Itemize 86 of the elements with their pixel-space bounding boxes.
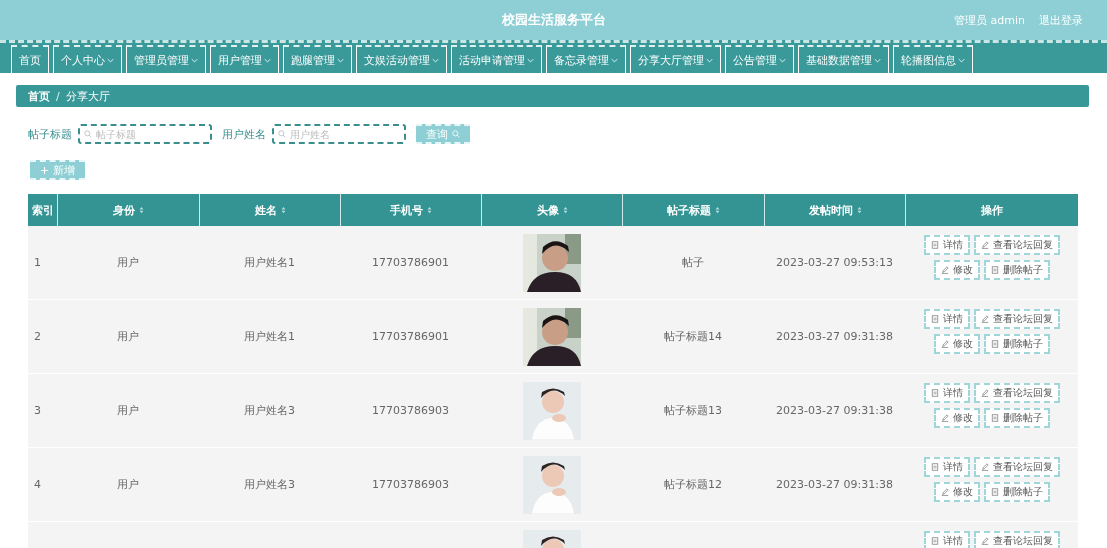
user-label: 管理员 admin	[954, 13, 1025, 28]
pencil-icon	[940, 414, 949, 422]
table-cell: 17703786903	[372, 404, 449, 417]
table-cell: 用户姓名3	[244, 477, 295, 492]
table-cell: 3	[34, 404, 41, 417]
document-icon	[990, 488, 999, 496]
breadcrumb-separator: /	[56, 89, 60, 103]
nav-item[interactable]: 轮播图信息	[893, 45, 973, 73]
table-cell: 帖子	[682, 255, 704, 270]
pencil-icon	[940, 488, 949, 496]
action-button[interactable]: 查看论坛回复	[973, 383, 1060, 403]
nav-item[interactable]: 分享大厅管理	[630, 45, 721, 73]
table-cell: 2023-03-27 09:53:13	[776, 256, 893, 269]
pencil-icon	[980, 241, 989, 249]
document-icon	[930, 463, 939, 471]
table-cell: 4	[34, 478, 41, 491]
search-icon	[278, 130, 286, 138]
breadcrumb-item: 分享大厅	[65, 88, 110, 104]
action-button[interactable]: 删除帖子	[983, 408, 1050, 428]
table-cell: 帖子标题13	[664, 403, 722, 418]
action-button[interactable]: 详情	[923, 235, 970, 255]
nav-item[interactable]: 活动申请管理	[451, 45, 542, 73]
table-cell: 用户	[117, 477, 139, 492]
plus-icon	[40, 165, 49, 175]
nav-item[interactable]: 备忘录管理	[546, 45, 626, 73]
field-label: 帖子标题	[28, 126, 72, 142]
table-cell: 帖子标题14	[664, 329, 722, 344]
action-button[interactable]: 修改	[933, 482, 980, 502]
action-button[interactable]: 查看论坛回复	[973, 235, 1060, 255]
breadcrumb-item[interactable]: 首页	[28, 88, 50, 104]
table-cell: 2023-03-27 09:31:38	[776, 330, 893, 343]
action-button[interactable]: 查看论坛回复	[973, 457, 1060, 477]
table-cell: 17703786901	[372, 330, 449, 343]
document-icon	[930, 389, 939, 397]
nav-item[interactable]: 公告管理	[725, 45, 794, 73]
nav-item[interactable]: 首页	[11, 45, 49, 73]
action-button[interactable]: 删除帖子	[983, 482, 1050, 502]
document-icon	[930, 241, 939, 249]
table-cell: 用户	[117, 403, 139, 418]
table-cell: 用户姓名3	[244, 403, 295, 418]
column-header: 索引	[30, 202, 55, 219]
pencil-icon	[980, 389, 989, 397]
table-cell: 17703786901	[372, 256, 449, 269]
table-cell: 用户	[117, 255, 139, 270]
pencil-icon	[940, 340, 949, 348]
table-cell: 17703786903	[372, 478, 449, 491]
action-button[interactable]: 删除帖子	[983, 260, 1050, 280]
document-icon	[990, 414, 999, 422]
table-cell: 用户姓名1	[244, 329, 295, 344]
search-field[interactable]: 用户姓名	[272, 124, 406, 144]
action-button[interactable]: 查看论坛回复	[973, 531, 1060, 548]
table-cell: 2023-03-27 09:31:38	[776, 404, 893, 417]
search-icon	[84, 130, 92, 138]
action-button[interactable]: 详情	[923, 457, 970, 477]
document-icon	[990, 340, 999, 348]
field-label: 用户姓名	[222, 126, 266, 142]
search-field[interactable]: 帖子标题	[78, 124, 212, 144]
action-button[interactable]: 详情	[923, 309, 970, 329]
table-cell: 1	[34, 256, 41, 269]
nav-item[interactable]: 文娱活动管理	[356, 45, 447, 73]
pencil-icon	[980, 537, 989, 545]
nav-item[interactable]: 用户管理	[210, 45, 279, 73]
nav-item[interactable]: 跑腿管理	[283, 45, 352, 73]
document-icon	[930, 537, 939, 545]
action-button[interactable]: 详情	[923, 383, 970, 403]
nav-item[interactable]: 个人中心	[53, 45, 122, 73]
action-button[interactable]: 修改	[933, 334, 980, 354]
action-button[interactable]: 删除帖子	[983, 334, 1050, 354]
site-title: 校园生活服务平台	[501, 11, 606, 29]
document-icon	[930, 315, 939, 323]
table-cell: 2	[34, 330, 41, 343]
action-button[interactable]: 详情	[923, 531, 970, 548]
nav-item[interactable]: 基础数据管理	[798, 45, 889, 73]
action-button[interactable]: 修改	[933, 408, 980, 428]
table-cell: 用户	[117, 329, 139, 344]
action-button[interactable]: 查看论坛回复	[973, 309, 1060, 329]
pencil-icon	[980, 315, 989, 323]
pencil-icon	[940, 266, 949, 274]
table-cell: 2023-03-27 09:31:38	[776, 478, 893, 491]
pencil-icon	[980, 463, 989, 471]
action-button[interactable]: 修改	[933, 260, 980, 280]
nav-item[interactable]: 管理员管理	[126, 45, 206, 73]
table-cell: 帖子标题12	[664, 477, 722, 492]
search-icon	[452, 130, 460, 138]
document-icon	[990, 266, 999, 274]
table-cell: 用户姓名1	[244, 255, 295, 270]
